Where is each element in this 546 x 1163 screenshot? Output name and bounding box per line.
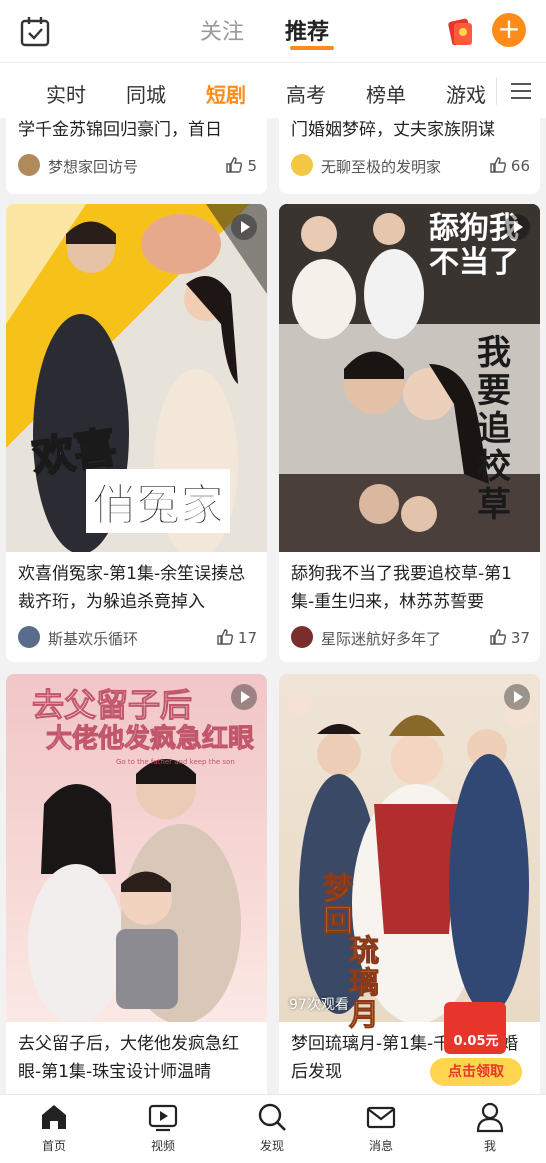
avatar[interactable] [18,626,40,648]
thumbs-up-icon [226,157,243,173]
menu-icon[interactable] [496,77,540,105]
category-short-drama[interactable]: 短剧 [206,79,246,108]
play-icon[interactable] [231,684,257,710]
author-name[interactable]: 斯基欢乐循环 [48,628,138,649]
view-count: 97次观看 [289,997,349,1013]
video-card[interactable]: 学千金苏锦回归豪门，首日 梦想家回访号 5 [6,118,267,194]
author-row: 梦想家回访号 5 [18,154,257,178]
author-name[interactable]: 无聊至极的发明家 [321,156,441,177]
poster-title-line2: 大佬他发疯急红眼 [45,724,255,755]
card-title: 欢喜俏冤家-第1集-余笙误揍总裁齐珩，为躲追杀竟掉入 [18,564,246,612]
top-header: 关注 推荐 + [0,0,546,62]
avatar[interactable] [18,154,40,176]
card-title: 学千金苏锦回归豪门，首日 [18,120,222,140]
nav-messages[interactable]: 消息 [341,1101,421,1154]
home-icon [42,1105,66,1129]
user-icon [476,1102,504,1133]
search-icon [258,1103,286,1131]
claim-button[interactable]: 点击领取 [430,1058,522,1086]
bottom-nav: 首页 视频 发现 消息 我 [0,1094,546,1163]
poster-title-line2: 我要追校草 [477,333,511,525]
like-count[interactable]: 37 [489,628,530,647]
author-row: 斯基欢乐循环 17 [18,626,257,650]
play-icon[interactable] [231,214,257,240]
video-icon [148,1104,178,1132]
category-games[interactable]: 游戏 [446,79,486,108]
card-title: 去父留子后，大佬他发疯急红眼-第1集-珠宝设计师温晴 [18,1034,239,1082]
like-count[interactable]: 17 [216,628,257,647]
video-card[interactable]: 去父留子后 大佬他发疯急红眼 Go to the father and keep… [6,674,267,1094]
poster-title-line1: 梦回 [323,872,354,939]
nav-discover[interactable]: 发现 [232,1101,312,1154]
card-title: 舔狗我不当了我要追校草-第1集-重生归来，林苏苏誓要 [291,564,512,612]
tab-follow[interactable]: 关注 [200,14,244,46]
app-root: 关注 推荐 + 实时 同城 短剧 高考 榜单 游戏 学千金苏锦回归豪门，首日 梦… [0,0,546,1163]
author-name[interactable]: 星际迷航好多年了 [321,628,441,649]
nav-home[interactable]: 首页 [14,1101,94,1154]
tab-recommend[interactable]: 推荐 [285,14,329,46]
avatar[interactable] [291,626,313,648]
video-card[interactable]: 舔狗我不当了 我要追校草 舔狗我不当了我要追校草-第1集-重生归来，林苏苏誓要 … [279,204,540,662]
mail-icon [366,1106,396,1129]
nav-label: 我 [483,1139,496,1153]
nav-video[interactable]: 视频 [123,1101,203,1154]
like-count[interactable]: 5 [225,156,257,175]
play-icon[interactable] [504,214,530,240]
category-realtime[interactable]: 实时 [46,79,86,108]
author-row: 星际迷航好多年了 37 [291,626,530,650]
play-icon[interactable] [504,684,530,710]
author-name[interactable]: 梦想家回访号 [48,156,138,177]
category-ranking[interactable]: 榜单 [366,79,406,108]
red-packet-reward[interactable]: 0.05元 点击领取 [430,1002,522,1088]
category-local[interactable]: 同城 [126,79,166,108]
thumbs-up-icon [490,157,506,173]
nav-label: 消息 [368,1139,393,1153]
video-card[interactable]: 门婚姻梦碎，丈夫家族阴谋 无聊至极的发明家 66 [279,118,540,194]
video-card[interactable]: 欢喜 俏冤家 欢喜俏冤家-第1集-余笙误揍总裁齐珩，为躲追杀竟掉入 斯基欢乐循环… [6,204,267,662]
nav-label: 视频 [150,1139,175,1153]
nav-label: 发现 [259,1139,284,1153]
calendar-check-icon[interactable] [18,14,52,48]
video-thumbnail[interactable]: 去父留子后 大佬他发疯急红眼 Go to the father and keep… [6,674,267,1022]
video-thumbnail[interactable]: 舔狗我不当了 我要追校草 [279,204,540,552]
card-title: 门婚姻梦碎，丈夫家族阴谋 [291,120,495,140]
avatar[interactable] [291,154,313,176]
active-tab-indicator [290,46,334,50]
thumbs-up-icon [490,629,506,645]
video-thumbnail[interactable]: 梦回 琉璃月 97次观看 [279,674,540,1032]
poster-title-line2: 俏冤家 [86,469,230,533]
nav-label: 首页 [41,1139,66,1153]
thumbs-up-icon [217,629,233,645]
red-packet-icon[interactable] [444,14,478,48]
video-thumbnail[interactable]: 欢喜 俏冤家 [6,204,267,552]
category-gaokao[interactable]: 高考 [286,79,326,108]
reward-amount: 0.05元 [453,1034,499,1049]
category-nav: 实时 同城 短剧 高考 榜单 游戏 [0,62,546,118]
add-button[interactable]: + [492,13,526,47]
poster-subtitle: Go to the father and keep the son [116,758,235,766]
poster-title-line2: 琉璃月 [349,934,380,1033]
video-feed[interactable]: 学千金苏锦回归豪门，首日 梦想家回访号 5 门婚姻梦碎，丈夫家族阴谋 无聊至极的… [0,118,546,1094]
author-row: 无聊至极的发明家 66 [291,154,530,178]
nav-me[interactable]: 我 [450,1101,530,1154]
like-count[interactable]: 66 [489,156,530,175]
